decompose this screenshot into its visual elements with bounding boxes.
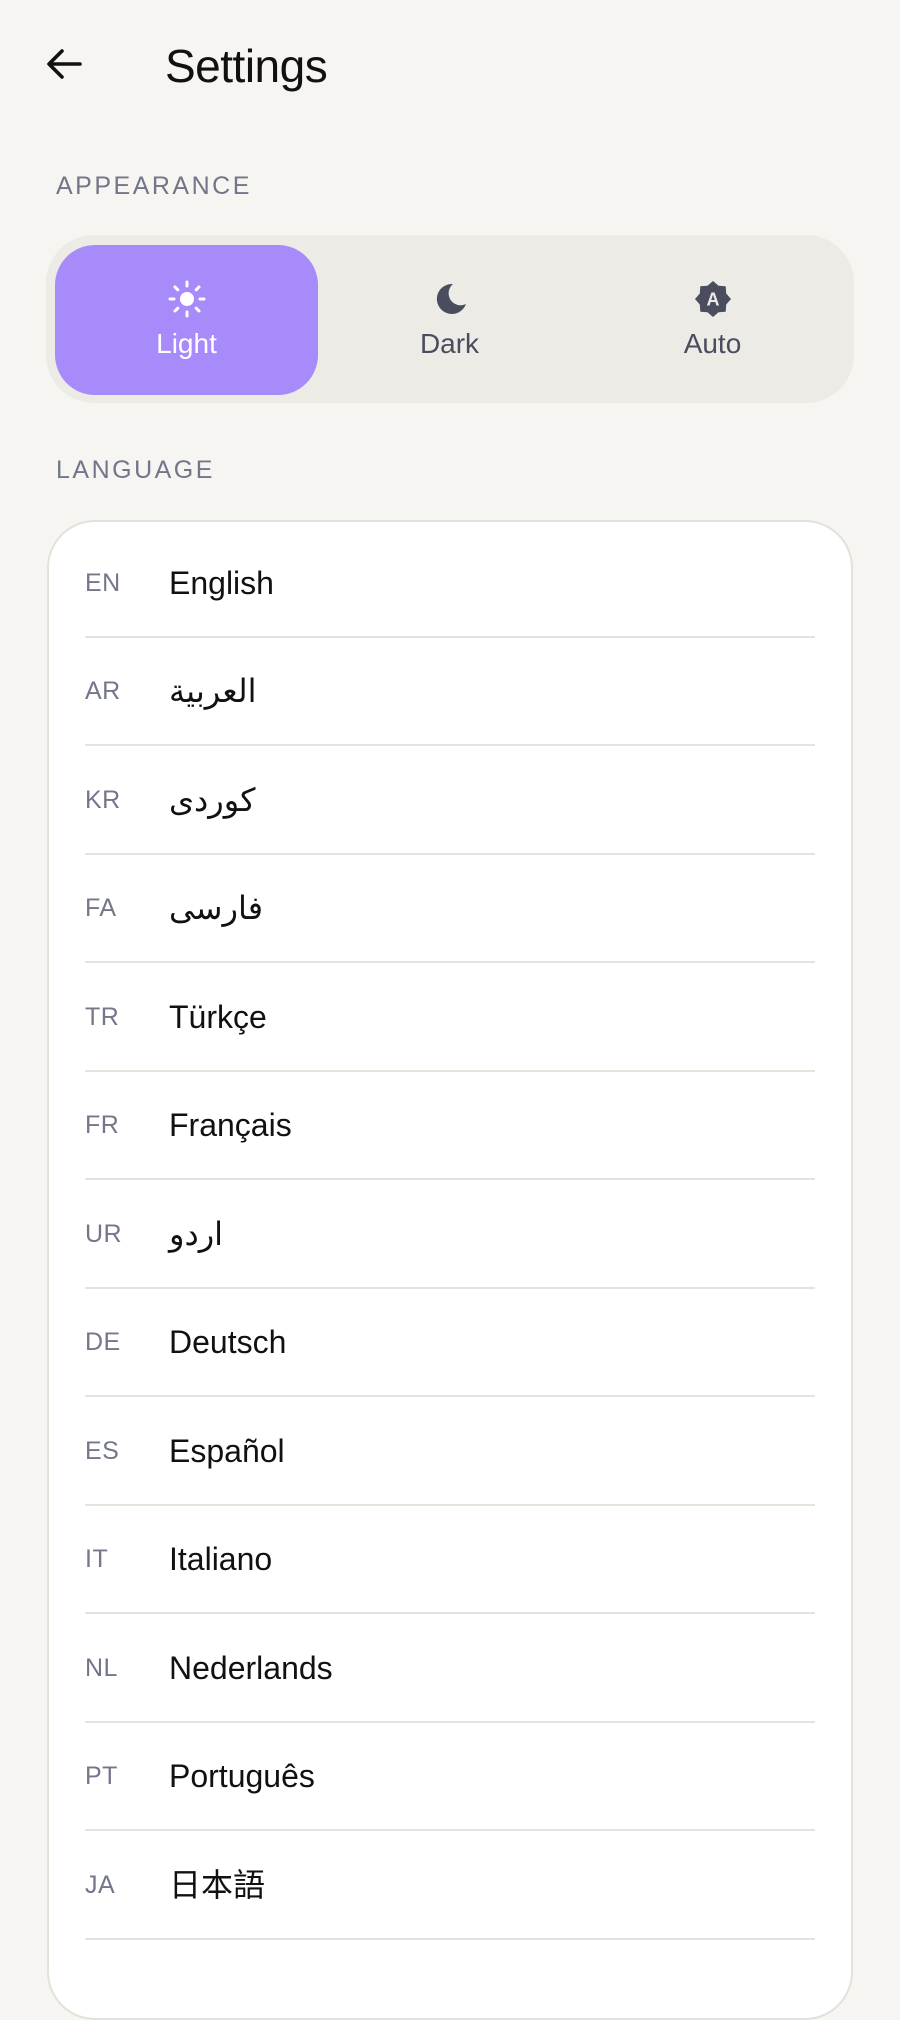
- page-title: Settings: [165, 40, 328, 92]
- top-app-bar: Settings: [0, 0, 900, 130]
- theme-option-label: Dark: [419, 328, 480, 359]
- sun-icon: [167, 279, 207, 319]
- language-code: FA: [85, 894, 117, 922]
- language-item-ur[interactable]: UR اردو: [85, 1181, 815, 1289]
- language-item-de[interactable]: DE Deutsch: [85, 1289, 815, 1397]
- language-code: KR: [85, 786, 121, 814]
- language-item-nl[interactable]: NL Nederlands: [85, 1615, 815, 1723]
- language-code: EN: [85, 569, 121, 597]
- language-name: اردو: [169, 1216, 224, 1252]
- language-item-ja[interactable]: JA 日本語: [85, 1832, 815, 1940]
- language-code: FR: [85, 1111, 120, 1139]
- language-name: Italiano: [169, 1541, 273, 1577]
- language-item-fa[interactable]: FA فارسی: [85, 855, 815, 963]
- language-code: JA: [85, 1871, 116, 1899]
- language-code: TR: [85, 1003, 120, 1031]
- language-code: UR: [85, 1220, 123, 1248]
- language-name: Deutsch: [169, 1324, 287, 1360]
- moon-icon: [430, 279, 470, 319]
- language-name: Türkçe: [169, 999, 267, 1035]
- language-name: 日本語: [169, 1867, 266, 1903]
- language-list: EN English AR العربية KR کوردی FA فارسی …: [47, 520, 853, 2020]
- language-item-en[interactable]: EN English: [85, 530, 815, 638]
- language-section-label: LANGUAGE: [56, 456, 215, 484]
- language-code: NL: [85, 1654, 118, 1682]
- language-code: ES: [85, 1437, 120, 1465]
- language-item-kr[interactable]: KR کوردی: [85, 747, 815, 855]
- svg-text:A: A: [706, 290, 719, 310]
- theme-option-light[interactable]: Light: [55, 245, 318, 395]
- language-item-es[interactable]: ES Español: [85, 1398, 815, 1506]
- language-code: DE: [85, 1328, 121, 1356]
- language-code: IT: [85, 1545, 109, 1573]
- language-code: AR: [85, 677, 121, 705]
- language-code: PT: [85, 1762, 118, 1790]
- theme-option-label: Auto: [683, 328, 742, 359]
- auto-brightness-icon: A: [693, 279, 733, 319]
- theme-option-label: Light: [156, 328, 217, 359]
- language-name: فارسی: [169, 890, 263, 926]
- language-item-fr[interactable]: FR Français: [85, 1072, 815, 1180]
- language-item-pt[interactable]: PT Português: [85, 1723, 815, 1831]
- language-name: Português: [169, 1758, 315, 1794]
- language-name: Nederlands: [169, 1650, 333, 1686]
- language-item-ar[interactable]: AR العربية: [85, 638, 815, 746]
- language-name: Français: [169, 1107, 292, 1143]
- back-button[interactable]: [36, 36, 92, 92]
- language-name: العربية: [169, 673, 257, 709]
- theme-option-auto[interactable]: A Auto: [581, 245, 844, 395]
- language-item-tr[interactable]: TR Türkçe: [85, 964, 815, 1072]
- theme-selector: Light Dark A Auto: [46, 235, 854, 403]
- theme-option-dark[interactable]: Dark: [318, 245, 581, 395]
- language-name: Español: [169, 1433, 285, 1469]
- arrow-left-icon: [47, 49, 82, 79]
- appearance-section-label: APPEARANCE: [56, 172, 252, 200]
- language-name: English: [169, 565, 274, 601]
- language-item-it[interactable]: IT Italiano: [85, 1506, 815, 1614]
- language-name: کوردی: [169, 782, 256, 818]
